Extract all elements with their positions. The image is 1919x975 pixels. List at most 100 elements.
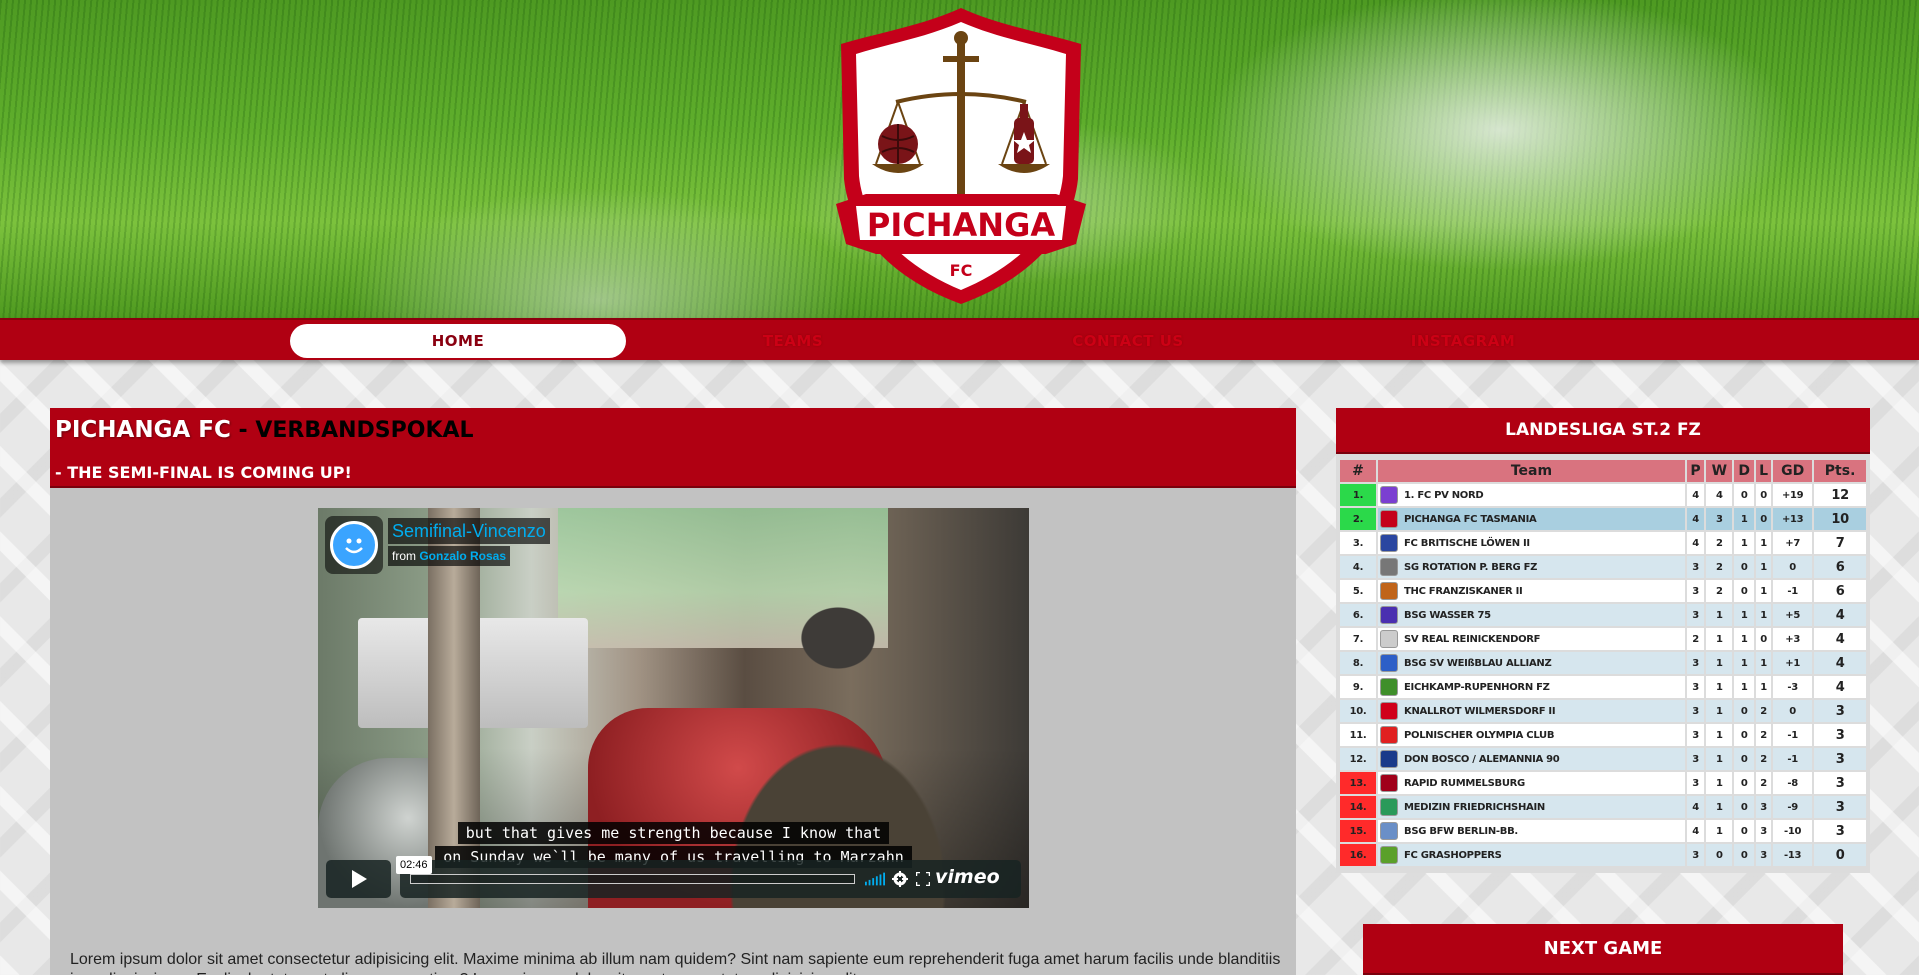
team-cell[interactable]: KNALLROT WILMERSDORF II bbox=[1378, 700, 1685, 722]
team-cell[interactable]: FC GRASHOPPERS bbox=[1378, 844, 1685, 866]
article-title-sub: - VERBANDSPOKAL bbox=[230, 418, 474, 443]
nav-teams[interactable]: TEAMS bbox=[625, 324, 961, 358]
d-cell: 0 bbox=[1734, 484, 1755, 506]
p-cell: 3 bbox=[1686, 604, 1705, 626]
l-cell: 1 bbox=[1756, 604, 1772, 626]
l-cell: 0 bbox=[1756, 508, 1772, 530]
d-cell: 0 bbox=[1734, 556, 1755, 578]
team-name: MEDIZIN FRIEDRICHSHAIN bbox=[1404, 802, 1545, 813]
p-cell: 4 bbox=[1686, 820, 1705, 842]
table-row[interactable]: 13. RAPID RUMMELSBURG 3 1 0 2 -8 3 bbox=[1340, 772, 1866, 794]
smiley-avatar-icon bbox=[330, 521, 378, 569]
w-cell: 1 bbox=[1706, 772, 1733, 794]
team-cell[interactable]: BSG BFW BERLIN-BB. bbox=[1378, 820, 1685, 842]
pts-cell: 6 bbox=[1814, 580, 1866, 602]
team-cell[interactable]: SG ROTATION P. BERG FZ bbox=[1378, 556, 1685, 578]
table-row[interactable]: 11. POLNISCHER OLYMPIA CLUB 3 1 0 2 -1 3 bbox=[1340, 724, 1866, 746]
p-cell: 3 bbox=[1686, 652, 1705, 674]
rank-cell: 14. bbox=[1340, 796, 1376, 818]
rank-cell: 9. bbox=[1340, 676, 1376, 698]
table-row[interactable]: 6. BSG WASSER 75 3 1 1 1 +5 4 bbox=[1340, 604, 1866, 626]
vimeo-logo[interactable]: vimeo bbox=[935, 866, 1000, 888]
team-cell[interactable]: RAPID RUMMELSBURG bbox=[1378, 772, 1685, 794]
gd-cell: -1 bbox=[1773, 724, 1813, 746]
team-cell[interactable]: BSG SV WEIßBLAU ALLIANZ bbox=[1378, 652, 1685, 674]
table-row[interactable]: 15. BSG BFW BERLIN-BB. 4 1 0 3 -10 3 bbox=[1340, 820, 1866, 842]
table-row[interactable]: 8. BSG SV WEIßBLAU ALLIANZ 3 1 1 1 +1 4 bbox=[1340, 652, 1866, 674]
team-cell[interactable]: 1. FC PV NORD bbox=[1378, 484, 1685, 506]
pts-cell: 6 bbox=[1814, 556, 1866, 578]
w-cell: 2 bbox=[1706, 556, 1733, 578]
team-crest-icon bbox=[1380, 510, 1398, 528]
table-row[interactable]: 16. FC GRASHOPPERS 3 0 0 3 -13 0 bbox=[1340, 844, 1866, 866]
pts-cell: 3 bbox=[1814, 700, 1866, 722]
hero-banner: PICHANGA FC bbox=[0, 0, 1919, 318]
l-cell: 0 bbox=[1756, 484, 1772, 506]
d-cell: 0 bbox=[1734, 820, 1755, 842]
article-title: PICHANGA FC - VERBANDSPOKAL bbox=[55, 417, 474, 443]
nav-instagram[interactable]: INSTAGRAM bbox=[1295, 324, 1631, 358]
video-control-bar: vimeo bbox=[400, 860, 1021, 898]
pts-cell: 4 bbox=[1814, 628, 1866, 650]
table-row[interactable]: 3. FC BRITISCHE LÖWEN II 4 2 1 1 +7 7 bbox=[1340, 532, 1866, 554]
p-cell: 4 bbox=[1686, 532, 1705, 554]
settings-gear-icon[interactable] bbox=[890, 869, 910, 889]
video-player[interactable]: Semifinal-Vincenzo from Gonzalo Rosas bu… bbox=[318, 508, 1029, 908]
gd-cell: -10 bbox=[1773, 820, 1813, 842]
team-name: SV REAL REINICKENDORF bbox=[1404, 634, 1541, 645]
table-row[interactable]: 5. THC FRANZISKANER II 3 2 0 1 -1 6 bbox=[1340, 580, 1866, 602]
play-icon bbox=[351, 870, 367, 888]
table-row[interactable]: 2. PICHANGA FC TASMANIA 4 3 1 0 +13 10 bbox=[1340, 508, 1866, 530]
nav-home[interactable]: HOME bbox=[290, 324, 626, 358]
video-progress-bar[interactable] bbox=[410, 874, 855, 884]
team-cell[interactable]: PICHANGA FC TASMANIA bbox=[1378, 508, 1685, 530]
volume-icon[interactable] bbox=[865, 869, 885, 889]
l-cell: 0 bbox=[1756, 628, 1772, 650]
team-cell[interactable]: BSG WASSER 75 bbox=[1378, 604, 1685, 626]
p-cell: 3 bbox=[1686, 580, 1705, 602]
club-crest-logo[interactable]: PICHANGA FC bbox=[826, 4, 1096, 309]
crest-name-text: PICHANGA bbox=[867, 206, 1055, 244]
team-name: POLNISCHER OLYMPIA CLUB bbox=[1404, 730, 1555, 741]
rank-cell: 16. bbox=[1340, 844, 1376, 866]
table-row[interactable]: 1. 1. FC PV NORD 4 4 0 0 +19 12 bbox=[1340, 484, 1866, 506]
col-team: Team bbox=[1378, 460, 1685, 482]
table-row[interactable]: 12. DON BOSCO / ALEMANNIA 90 3 1 0 2 -1 3 bbox=[1340, 748, 1866, 770]
team-cell[interactable]: MEDIZIN FRIEDRICHSHAIN bbox=[1378, 796, 1685, 818]
channel-avatar[interactable] bbox=[325, 516, 383, 574]
gd-cell: 0 bbox=[1773, 700, 1813, 722]
rank-cell: 8. bbox=[1340, 652, 1376, 674]
team-crest-icon bbox=[1380, 582, 1398, 600]
fullscreen-icon[interactable] bbox=[913, 869, 933, 889]
gd-cell: +3 bbox=[1773, 628, 1813, 650]
table-row[interactable]: 4. SG ROTATION P. BERG FZ 3 2 0 1 0 6 bbox=[1340, 556, 1866, 578]
standings-table: # Team P W D L GD Pts. 1. 1. FC PV NORD 4 4… bbox=[1338, 458, 1868, 868]
p-cell: 3 bbox=[1686, 844, 1705, 866]
table-row[interactable]: 14. MEDIZIN FRIEDRICHSHAIN 4 1 0 3 -9 3 bbox=[1340, 796, 1866, 818]
d-cell: 0 bbox=[1734, 844, 1755, 866]
team-cell[interactable]: FC BRITISCHE LÖWEN II bbox=[1378, 532, 1685, 554]
p-cell: 4 bbox=[1686, 508, 1705, 530]
play-button[interactable] bbox=[326, 860, 391, 898]
team-cell[interactable]: EICHKAMP-RUPENHORN FZ bbox=[1378, 676, 1685, 698]
gd-cell: -8 bbox=[1773, 772, 1813, 794]
team-cell[interactable]: DON BOSCO / ALEMANNIA 90 bbox=[1378, 748, 1685, 770]
video-author-link[interactable]: Gonzalo Rosas bbox=[419, 549, 506, 563]
team-name: BSG WASSER 75 bbox=[1404, 610, 1491, 621]
p-cell: 4 bbox=[1686, 484, 1705, 506]
nav-contact-us[interactable]: CONTACT US bbox=[960, 324, 1296, 358]
team-name: FC BRITISCHE LÖWEN II bbox=[1404, 538, 1530, 549]
gd-cell: +5 bbox=[1773, 604, 1813, 626]
video-title[interactable]: Semifinal-Vincenzo bbox=[388, 518, 550, 544]
team-cell[interactable]: THC FRANZISKANER II bbox=[1378, 580, 1685, 602]
table-row[interactable]: 10. KNALLROT WILMERSDORF II 3 1 0 2 0 3 bbox=[1340, 700, 1866, 722]
team-crest-icon bbox=[1380, 486, 1398, 504]
table-row[interactable]: 9. EICHKAMP-RUPENHORN FZ 3 1 1 1 -3 4 bbox=[1340, 676, 1866, 698]
team-name: EICHKAMP-RUPENHORN FZ bbox=[1404, 682, 1550, 693]
w-cell: 1 bbox=[1706, 724, 1733, 746]
team-cell[interactable]: POLNISCHER OLYMPIA CLUB bbox=[1378, 724, 1685, 746]
table-row[interactable]: 7. SV REAL REINICKENDORF 2 1 1 0 +3 4 bbox=[1340, 628, 1866, 650]
team-cell[interactable]: SV REAL REINICKENDORF bbox=[1378, 628, 1685, 650]
p-cell: 3 bbox=[1686, 772, 1705, 794]
team-name: PICHANGA FC TASMANIA bbox=[1404, 514, 1537, 525]
